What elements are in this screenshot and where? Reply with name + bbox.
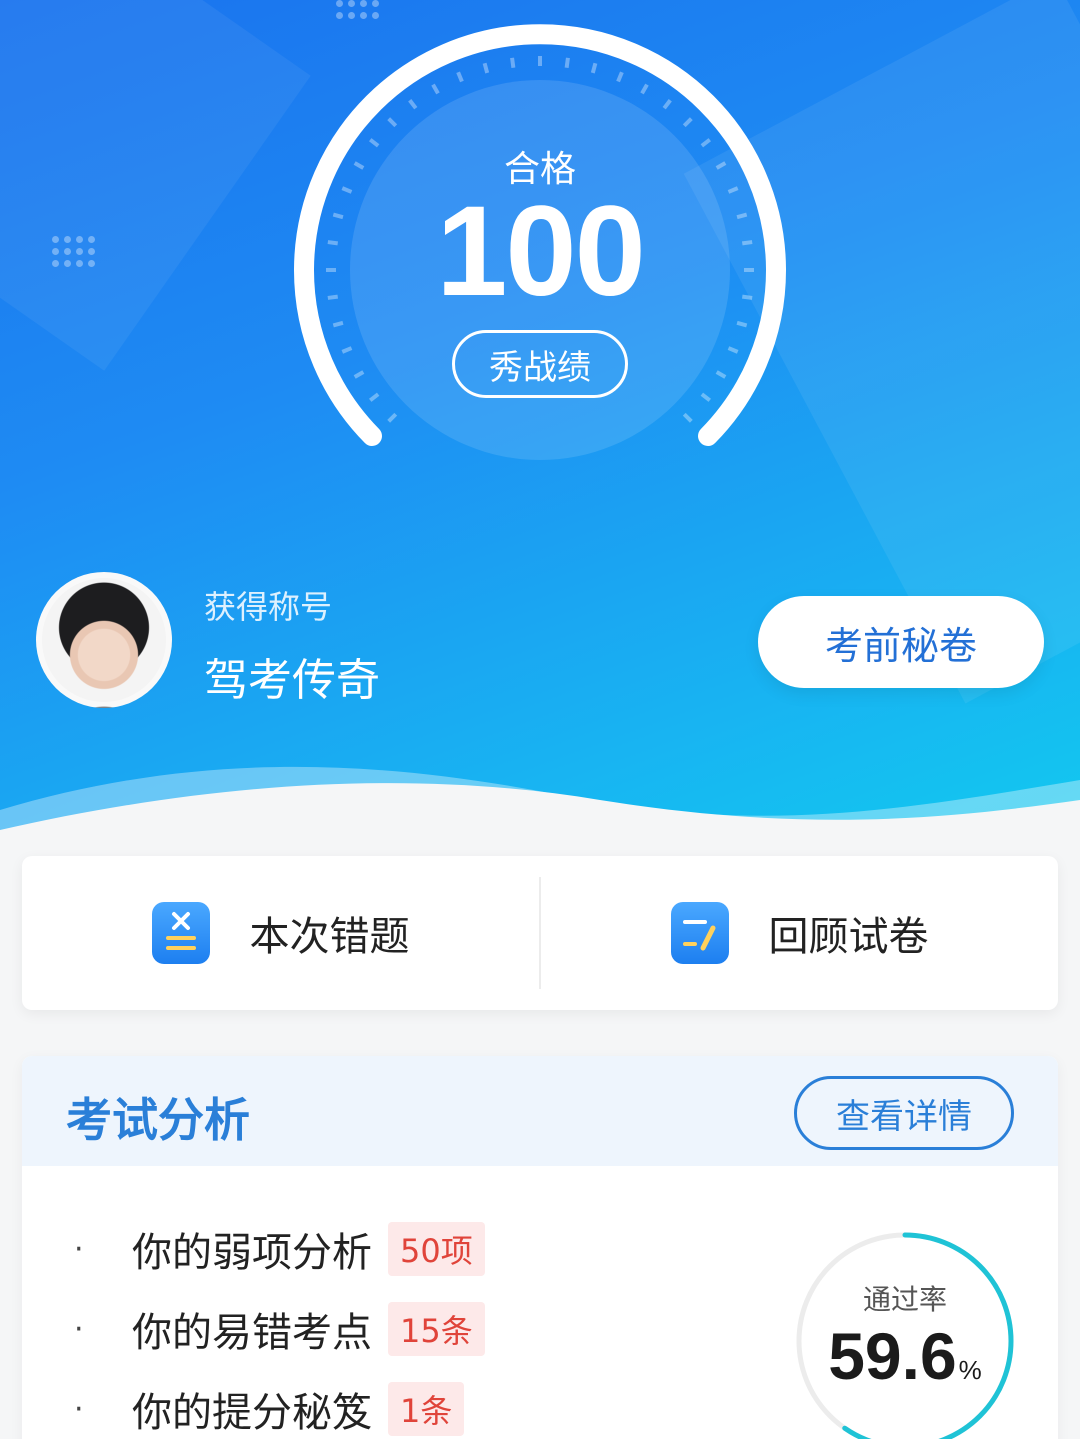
pass-rate-value: 59.6% (790, 1318, 1020, 1394)
count-badge: 1条 (388, 1382, 465, 1436)
gauge-tick (700, 138, 711, 148)
analysis-title: 考试分析 (66, 1093, 250, 1147)
gauge-tick (590, 62, 598, 74)
gauge-tick (715, 370, 727, 379)
avatar[interactable] (36, 572, 172, 708)
gauge-tick (431, 83, 440, 95)
gauge-tick (408, 99, 418, 110)
view-details-button[interactable]: 查看详情 (794, 1076, 1014, 1150)
count-badge: 50项 (388, 1222, 485, 1276)
gauge-tick (736, 212, 748, 220)
bullet: · (74, 1391, 84, 1427)
review-paper-button[interactable]: 回顾试卷 (541, 856, 1058, 1010)
analysis-item-label: 你的易错考点 (132, 1310, 372, 1356)
edit-paper-icon (670, 902, 729, 964)
gauge-tick (332, 212, 344, 220)
exam-analysis-card: 考试分析 查看详情 · 你的弱项分析 50项 · 你的易错考点 15条 · 你的… (22, 1056, 1058, 1439)
bullet: · (74, 1231, 84, 1267)
gauge-tick (727, 186, 739, 194)
gauge-tick (640, 83, 649, 95)
quick-actions-card: 本次错题 回顾试卷 (22, 856, 1058, 1010)
gauge-tick (369, 138, 380, 148)
gauge-tick (715, 161, 727, 170)
gauge-tick (387, 117, 398, 128)
gauge-tick (369, 392, 380, 402)
gauge-tick (341, 186, 353, 194)
list-item[interactable]: · 你的易错考点 15条 (74, 1300, 485, 1358)
review-paper-label: 回顾试卷 (768, 914, 929, 960)
gauge-tick (564, 57, 570, 69)
score-value: 100 (436, 180, 646, 323)
gauge-tick (353, 370, 365, 379)
title-name: 驾考传奇 (204, 655, 380, 706)
analysis-item-label: 你的提分秘笈 (132, 1390, 372, 1436)
gauge-tick (682, 117, 693, 128)
share-score-button[interactable]: 秀战绩 (452, 330, 628, 398)
count-badge: 15条 (388, 1302, 485, 1356)
gauge-tick (341, 346, 353, 354)
pass-rate-unit: % (958, 1355, 982, 1385)
wave-divider (0, 766, 1080, 830)
gauge-tick (387, 412, 398, 423)
score-header: 合格 100 秀战绩 获得称号 驾考传奇 考前秘卷 (0, 0, 1080, 830)
gauge-tick (741, 240, 753, 246)
title-caption: 获得称号 (204, 588, 333, 626)
gauge-tick (327, 294, 339, 300)
gauge-tick (741, 294, 753, 300)
list-item[interactable]: · 你的提分秘笈 1条 (74, 1380, 465, 1438)
gauge-tick (662, 99, 672, 110)
list-item[interactable]: · 你的弱项分析 50项 (74, 1220, 485, 1278)
gauge-tick (700, 392, 711, 402)
wrong-questions-button[interactable]: 本次错题 (22, 856, 539, 1010)
gauge-tick (456, 71, 464, 83)
pass-rate-label: 通过率 (862, 1283, 947, 1316)
gauge-tick (616, 71, 624, 83)
gauge-tick (736, 320, 748, 328)
gauge-tick (482, 62, 490, 74)
gauge-tick (510, 57, 516, 69)
bullet: · (74, 1311, 84, 1347)
wrong-list-icon (151, 902, 210, 964)
gauge-tick (682, 412, 693, 423)
gauge-tick (327, 240, 339, 246)
pass-rate-number: 59.6 (828, 1319, 957, 1393)
gauge-tick (727, 346, 739, 354)
gauge-tick (353, 161, 365, 170)
analysis-header: 考试分析 查看详情 (22, 1056, 1058, 1166)
secret-paper-button[interactable]: 考前秘卷 (758, 596, 1044, 688)
gauge-tick (332, 320, 344, 328)
analysis-item-label: 你的弱项分析 (132, 1230, 372, 1276)
wrong-questions-label: 本次错题 (249, 914, 410, 960)
pass-rate-ring: 通过率 59.6% (790, 1226, 1020, 1439)
